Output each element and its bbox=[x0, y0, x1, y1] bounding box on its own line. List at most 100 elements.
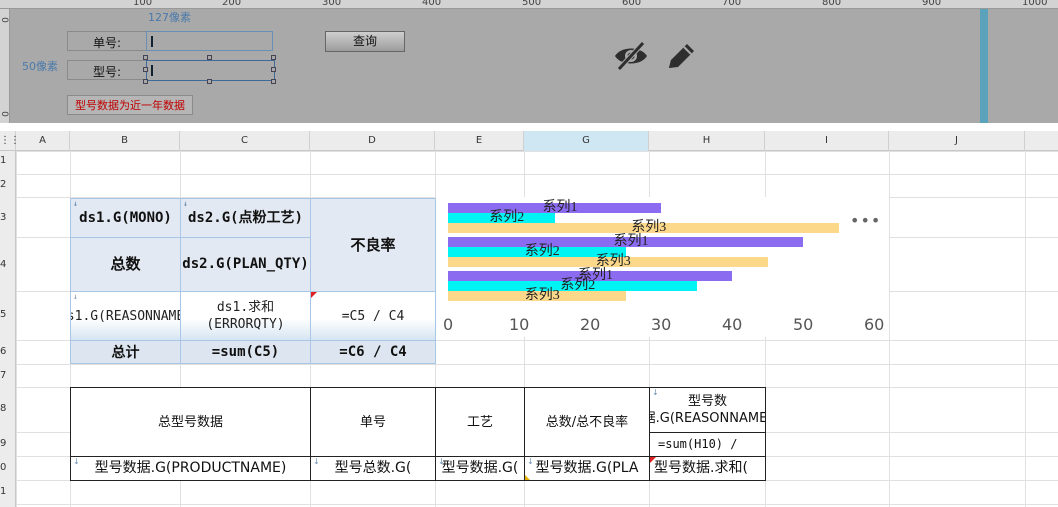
order-input[interactable] bbox=[146, 31, 273, 51]
cell-d3-merged[interactable]: 不良率 bbox=[310, 198, 436, 292]
column-header-b[interactable]: B bbox=[70, 131, 180, 151]
cell-b6[interactable]: 总计 bbox=[70, 340, 181, 364]
cell-b3[interactable]: ↓ ds1.G(MONO) bbox=[70, 198, 181, 238]
chart-x-tick-label: 20 bbox=[580, 315, 601, 334]
row-header-3[interactable]: 3 bbox=[0, 212, 16, 224]
ruler-number: 900 bbox=[922, 0, 942, 8]
resize-handle[interactable] bbox=[207, 55, 212, 60]
row-header-5[interactable]: 5 bbox=[0, 309, 16, 321]
resize-handle[interactable] bbox=[143, 55, 148, 60]
cell-b10-text: 型号数据.G(PRODUCTNAME) bbox=[94, 460, 287, 476]
row-header-7[interactable]: 7 bbox=[0, 370, 16, 382]
column-header-e[interactable]: E bbox=[435, 131, 524, 151]
column-header-g[interactable]: G bbox=[524, 131, 649, 151]
cell-b10[interactable]: ↓ 型号数据.G(PRODUCTNAME) bbox=[70, 456, 311, 481]
cell-d10-text: 型号总数.G( bbox=[334, 460, 412, 476]
cell-c4[interactable]: ds2.G(PLAN_QTY) bbox=[180, 237, 311, 292]
chart-bar-label: 系列3 bbox=[631, 220, 667, 235]
cell-rate-header[interactable]: 总数/总不良率 bbox=[524, 387, 650, 457]
pencil-icon[interactable] bbox=[664, 40, 698, 72]
cell-g10-text: 型号数据.G(PLA bbox=[535, 460, 639, 476]
cell-g10[interactable]: ↓ 型号数据.G(PLA bbox=[524, 456, 650, 481]
ruler-number: 700 bbox=[722, 0, 742, 8]
chart-x-tick-label: 60 bbox=[864, 315, 885, 334]
grid-line-horizontal bbox=[16, 504, 1058, 505]
cell-h8[interactable]: ↓ 型号数据.G(REASONNAME) bbox=[649, 387, 766, 433]
row-header-8[interactable]: 8 bbox=[0, 403, 16, 415]
cell-e10[interactable]: ↓ 型号数据.G( bbox=[435, 456, 525, 481]
chart-x-tick-label: 40 bbox=[722, 315, 743, 334]
column-header-c[interactable]: C bbox=[180, 131, 310, 151]
resize-handle[interactable] bbox=[271, 55, 276, 60]
ruler-number: 100 bbox=[133, 0, 153, 8]
ruler-number: 300 bbox=[322, 0, 342, 8]
cell-c5[interactable]: ds1.求和(ERRORQTY) bbox=[180, 291, 311, 341]
expand-arrow-icon: ↓ bbox=[183, 199, 188, 208]
resize-handle[interactable] bbox=[271, 67, 276, 72]
cell-d5-text: =C5 / C4 bbox=[341, 308, 405, 324]
cell-h10-text: 型号数据.求和( bbox=[654, 460, 748, 476]
column-header-i[interactable]: I bbox=[765, 131, 889, 151]
cell-h10[interactable]: 型号数据.求和( bbox=[649, 456, 766, 481]
cell-order-header[interactable]: 单号 bbox=[310, 387, 436, 457]
order-label-box: 单号: bbox=[67, 31, 147, 51]
chart-x-tick-label: 10 bbox=[509, 315, 530, 334]
bar-chart[interactable]: 系列1 系列2 系列3 系列1 系列2 系列3 系列1 系列2 系列3 0 10 20 30 40 50 6… bbox=[436, 197, 889, 337]
row-header-1[interactable]: 1 bbox=[0, 155, 16, 167]
row-header-11[interactable]: 1 bbox=[0, 486, 16, 498]
text-caret bbox=[151, 65, 153, 76]
cell-d10[interactable]: ↓ 型号总数.G( bbox=[310, 456, 436, 481]
chart-x-tick-label: 50 bbox=[793, 315, 814, 334]
text-caret bbox=[151, 36, 153, 47]
cell-process-header[interactable]: 工艺 bbox=[435, 387, 525, 457]
column-header-h[interactable]: H bbox=[649, 131, 765, 151]
cell-total-model-header[interactable]: 总型号数据 bbox=[70, 387, 311, 457]
resize-handle[interactable] bbox=[271, 79, 276, 84]
cell-c3-text: ds2.G(点粉工艺) bbox=[187, 209, 303, 226]
panel-scrollbar[interactable] bbox=[980, 9, 988, 123]
resize-handle[interactable] bbox=[143, 79, 148, 84]
row-header-10[interactable]: 0 bbox=[0, 462, 16, 474]
model-input[interactable] bbox=[146, 60, 275, 81]
column-header-j[interactable]: J bbox=[889, 131, 1025, 151]
row-header-bar: 1 2 3 4 5 6 7 8 9 0 1 bbox=[0, 151, 16, 507]
cell-b4[interactable]: 总数 bbox=[70, 237, 181, 292]
vertical-ruler: 0 0 bbox=[0, 9, 10, 123]
cell-h9[interactable]: =sum(H10) / bbox=[649, 432, 766, 457]
cell-c3[interactable]: ↓ ds2.G(点粉工艺) bbox=[180, 198, 311, 238]
grid-line-vertical bbox=[1025, 151, 1026, 507]
grid-line-horizontal bbox=[16, 174, 1058, 175]
more-dots-icon[interactable]: ••• bbox=[850, 211, 881, 230]
chart-bar-label: 系列3 bbox=[595, 254, 631, 269]
grid-line-horizontal bbox=[16, 151, 1058, 152]
row-header-6[interactable]: 6 bbox=[0, 346, 16, 358]
order-label: 单号: bbox=[93, 36, 122, 50]
model-label: 型号: bbox=[93, 65, 122, 79]
ruler-number: 800 bbox=[822, 0, 842, 8]
ruler-number: 600 bbox=[622, 0, 642, 8]
comment-marker-icon bbox=[311, 292, 317, 298]
row-header-9[interactable]: 9 bbox=[0, 438, 16, 450]
width-guide-label: 127像素 bbox=[148, 11, 191, 24]
resize-handle[interactable] bbox=[207, 79, 212, 84]
cell-d6[interactable]: =C6 / C4 bbox=[310, 340, 436, 364]
grid-line-horizontal bbox=[16, 364, 1058, 365]
query-button[interactable]: 查询 bbox=[325, 31, 405, 52]
select-all-corner[interactable]: ⋮⋮ bbox=[0, 131, 20, 151]
ruler-number: 0 bbox=[0, 111, 9, 117]
row-header-4[interactable]: 4 bbox=[0, 259, 16, 271]
grid-line-vertical bbox=[889, 151, 890, 507]
ruler-number: 1000 bbox=[1022, 0, 1048, 8]
cell-d5[interactable]: =C5 / C4 bbox=[310, 291, 436, 341]
column-header-a[interactable]: A bbox=[16, 131, 70, 151]
cell-e10-text: 型号数据.G( bbox=[441, 460, 519, 476]
column-header-bar: ⋮⋮ A B C D E G H I J bbox=[0, 131, 1058, 151]
resize-handle[interactable] bbox=[143, 67, 148, 72]
row-header-2[interactable]: 2 bbox=[0, 179, 16, 191]
cell-c6[interactable]: =sum(C5) bbox=[180, 340, 311, 364]
column-header-d[interactable]: D bbox=[310, 131, 435, 151]
cell-b5[interactable]: ↓ ds1.G(REASONNAME) bbox=[70, 291, 181, 341]
chart-bar-label: 系列3 bbox=[524, 288, 560, 303]
eye-slash-icon[interactable] bbox=[613, 40, 649, 72]
cell-b5-text: ds1.G(REASONNAME) bbox=[71, 308, 180, 324]
